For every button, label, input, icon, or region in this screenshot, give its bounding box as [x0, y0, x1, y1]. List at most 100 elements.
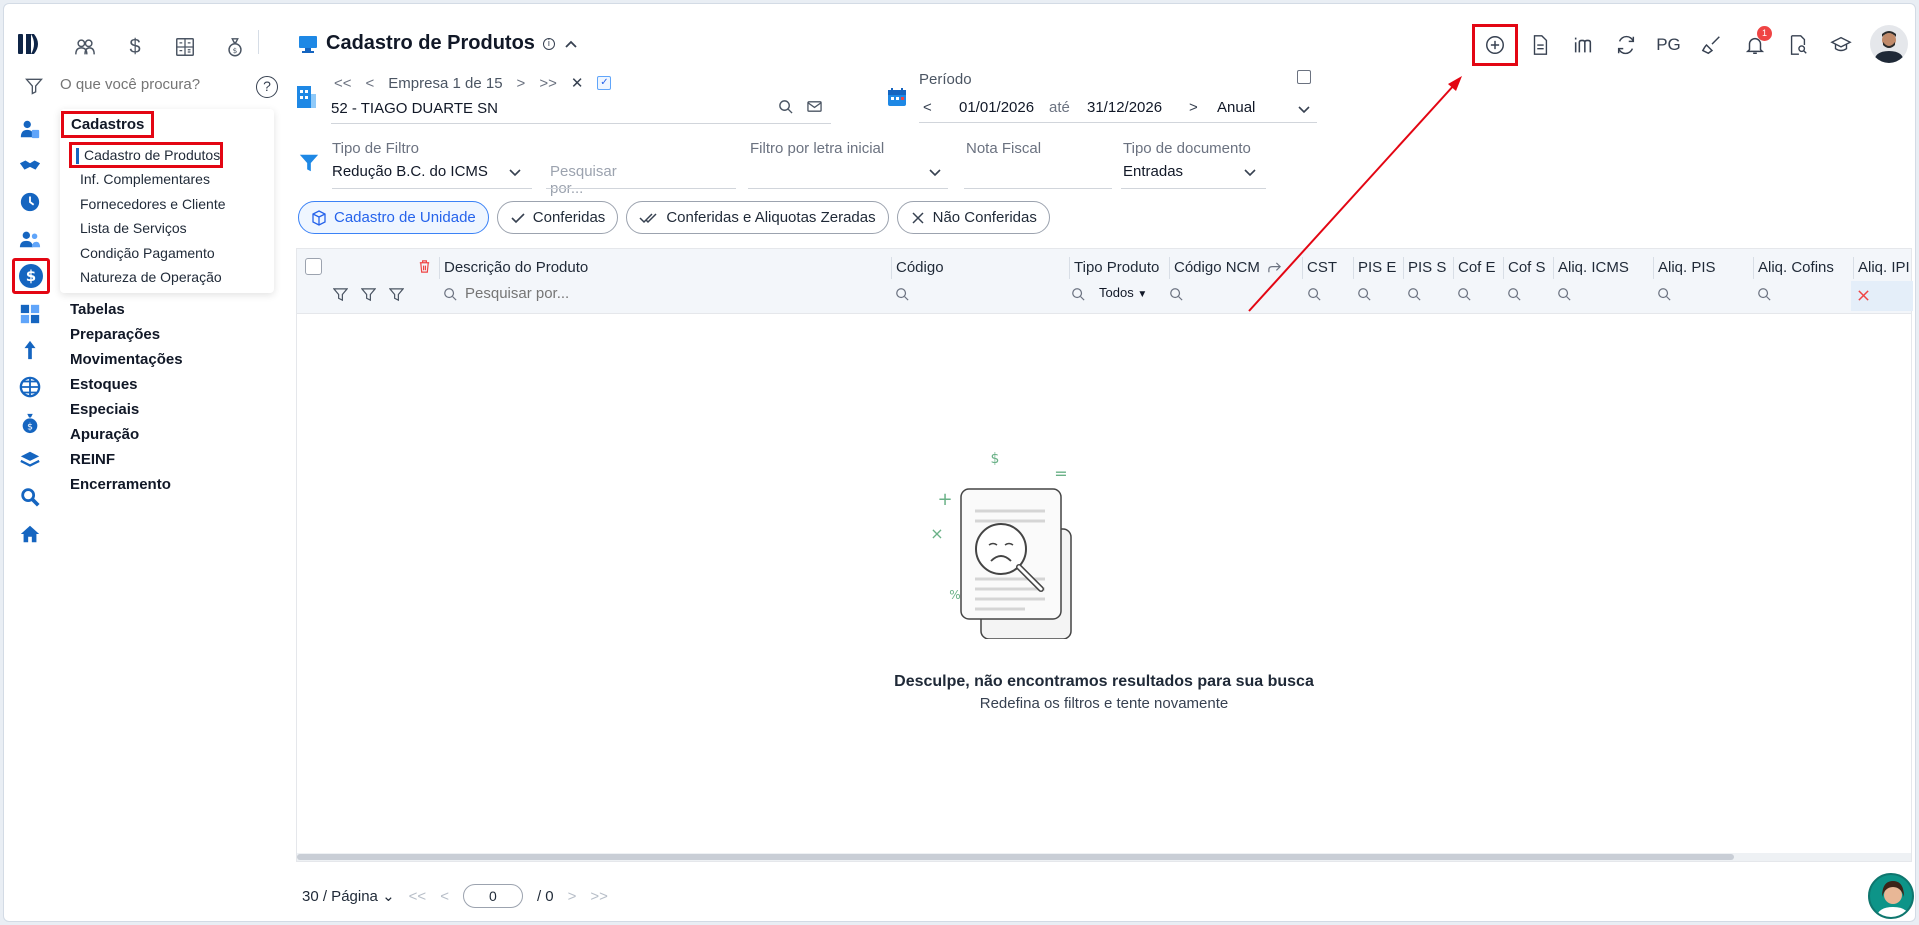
search-icon[interactable]: [1071, 287, 1085, 301]
search-icon[interactable]: [1557, 287, 1571, 301]
prev-empresa-button[interactable]: <: [366, 75, 375, 92]
filter-icon[interactable]: [361, 287, 376, 302]
menu-item-encerramento[interactable]: Encerramento: [70, 472, 183, 497]
menu-item-especiais[interactable]: Especiais: [70, 397, 183, 422]
page-size-select[interactable]: 30 / Página ⌄: [302, 887, 395, 905]
app-logo[interactable]: [16, 30, 44, 58]
submenu-natureza-operacao[interactable]: Natureza de Operação: [72, 265, 226, 290]
home-icon[interactable]: [18, 522, 42, 546]
col-codigo-ncm[interactable]: Código NCM: [1169, 257, 1260, 279]
prev-page-button[interactable]: <: [440, 888, 449, 905]
info-icon[interactable]: i: [542, 37, 555, 50]
add-button[interactable]: [1472, 24, 1518, 66]
next-empresa-button[interactable]: >: [517, 75, 526, 92]
dollar-icon[interactable]: $: [122, 34, 148, 60]
menu-item-movimentacoes[interactable]: Movimentações: [70, 347, 183, 372]
globe-grid-icon[interactable]: [18, 375, 42, 399]
financial-icon[interactable]: $: [12, 258, 50, 294]
chip-conferidas[interactable]: Conferidas: [496, 201, 619, 234]
training-button[interactable]: [1819, 24, 1862, 66]
menu-item-estoques[interactable]: Estoques: [70, 372, 183, 397]
search-icon[interactable]: [1357, 287, 1371, 301]
period-start[interactable]: 01/01/2026: [959, 99, 1034, 116]
im-button[interactable]: [1561, 24, 1604, 66]
menu-item-reinf[interactable]: REINF: [70, 447, 183, 472]
submenu-condicao-pagamento[interactable]: Condição Pagamento: [72, 241, 226, 266]
chip-cadastro-unidade[interactable]: Cadastro de Unidade: [298, 201, 489, 234]
menu-group-title[interactable]: Cadastros: [61, 111, 155, 138]
user-avatar[interactable]: [1870, 25, 1908, 63]
descricao-search-input[interactable]: [465, 285, 865, 302]
search-icon[interactable]: [1657, 287, 1671, 301]
menu-item-tabelas[interactable]: Tabelas: [70, 297, 183, 322]
periodo-checkbox[interactable]: [1297, 70, 1311, 84]
report-button[interactable]: [1776, 24, 1819, 66]
period-end[interactable]: 31/12/2026: [1087, 99, 1162, 116]
users-icon[interactable]: [72, 34, 98, 60]
empresa-checkbox[interactable]: ✓: [597, 76, 612, 90]
submenu-cadastro-produtos[interactable]: Cadastro de Produtos: [69, 142, 224, 168]
submenu-inf-complementares[interactable]: Inf. Complementares: [72, 167, 226, 192]
chip-conferidas-zeradas[interactable]: Conferidas e Aliquotas Zeradas: [626, 201, 889, 234]
clear-empresa-icon[interactable]: ✕: [571, 74, 584, 92]
next-page-button[interactable]: >: [568, 888, 577, 905]
col-cof-e[interactable]: Cof E: [1453, 257, 1496, 279]
refresh-button[interactable]: [1604, 24, 1647, 66]
submenu-fornecedores-cliente[interactable]: Fornecedores e Cliente: [72, 192, 226, 217]
user-doc-icon[interactable]: [18, 117, 42, 141]
clear-filter-icon[interactable]: [1857, 289, 1870, 302]
col-aliq-icms[interactable]: Aliq. ICMS: [1553, 257, 1629, 279]
empresa-field[interactable]: 52 - TIAGO DUARTE SN: [331, 100, 831, 124]
col-aliq-pis[interactable]: Aliq. PIS: [1653, 257, 1716, 279]
search-icon[interactable]: [778, 99, 793, 114]
handshake-icon[interactable]: [18, 154, 42, 178]
last-empresa-button[interactable]: >>: [539, 75, 557, 92]
calculator-grid-icon[interactable]: [18, 302, 42, 326]
chart-up-icon[interactable]: [18, 338, 42, 362]
col-descricao[interactable]: Descrição do Produto: [439, 257, 588, 279]
tipo-produto-select[interactable]: Todos ▼: [1099, 285, 1147, 300]
money-bag-icon[interactable]: $: [222, 34, 248, 60]
trash-icon[interactable]: [417, 259, 432, 274]
menu-item-apuracao[interactable]: Apuração: [70, 422, 183, 447]
search-icon[interactable]: [1307, 287, 1321, 301]
clean-button[interactable]: [1690, 24, 1733, 66]
search-icon[interactable]: [1507, 287, 1521, 301]
assistant-avatar[interactable]: [1868, 873, 1914, 919]
money-bag-rail-icon[interactable]: $: [18, 411, 42, 435]
chevron-up-icon[interactable]: [563, 36, 579, 52]
col-codigo[interactable]: Código: [891, 257, 944, 279]
people-icon[interactable]: [18, 227, 42, 251]
calculator-icon[interactable]: [172, 34, 198, 60]
col-cst[interactable]: CST: [1302, 257, 1337, 279]
menu-item-preparacoes[interactable]: Preparações: [70, 322, 183, 347]
search-icon[interactable]: [1457, 287, 1471, 301]
next-period-button[interactable]: >: [1189, 99, 1198, 116]
scroll-thumb[interactable]: [297, 854, 1734, 860]
col-aliq-cofins[interactable]: Aliq. Cofins: [1753, 257, 1834, 279]
pg-button[interactable]: PG: [1647, 24, 1690, 66]
col-tipo-produto[interactable]: Tipo Produto: [1069, 257, 1159, 279]
search-icon[interactable]: [1757, 287, 1771, 301]
search-icon[interactable]: [1407, 287, 1421, 301]
col-cof-s[interactable]: Cof S: [1503, 257, 1546, 279]
filter-icon[interactable]: [24, 76, 44, 96]
col-pis-s[interactable]: PIS S: [1403, 257, 1446, 279]
mail-icon[interactable]: [807, 99, 822, 114]
col-pis-e[interactable]: PIS E: [1353, 257, 1396, 279]
first-empresa-button[interactable]: <<: [334, 75, 352, 92]
first-page-button[interactable]: <<: [409, 888, 427, 905]
document-button[interactable]: [1518, 24, 1561, 66]
magnifier-icon[interactable]: [18, 485, 42, 509]
redo-arrow-icon[interactable]: [1267, 261, 1282, 276]
submenu-lista-servicos[interactable]: Lista de Serviços: [72, 216, 226, 241]
menu-search-input[interactable]: [60, 76, 240, 93]
help-icon[interactable]: ?: [256, 76, 278, 98]
page-input[interactable]: 0: [462, 884, 523, 908]
filter-icon[interactable]: [389, 287, 404, 302]
last-page-button[interactable]: >>: [590, 888, 608, 905]
notifications-button[interactable]: 1: [1733, 24, 1776, 66]
prev-period-button[interactable]: <: [923, 99, 932, 116]
select-all-checkbox[interactable]: [305, 258, 322, 275]
layers-icon[interactable]: [18, 448, 42, 472]
